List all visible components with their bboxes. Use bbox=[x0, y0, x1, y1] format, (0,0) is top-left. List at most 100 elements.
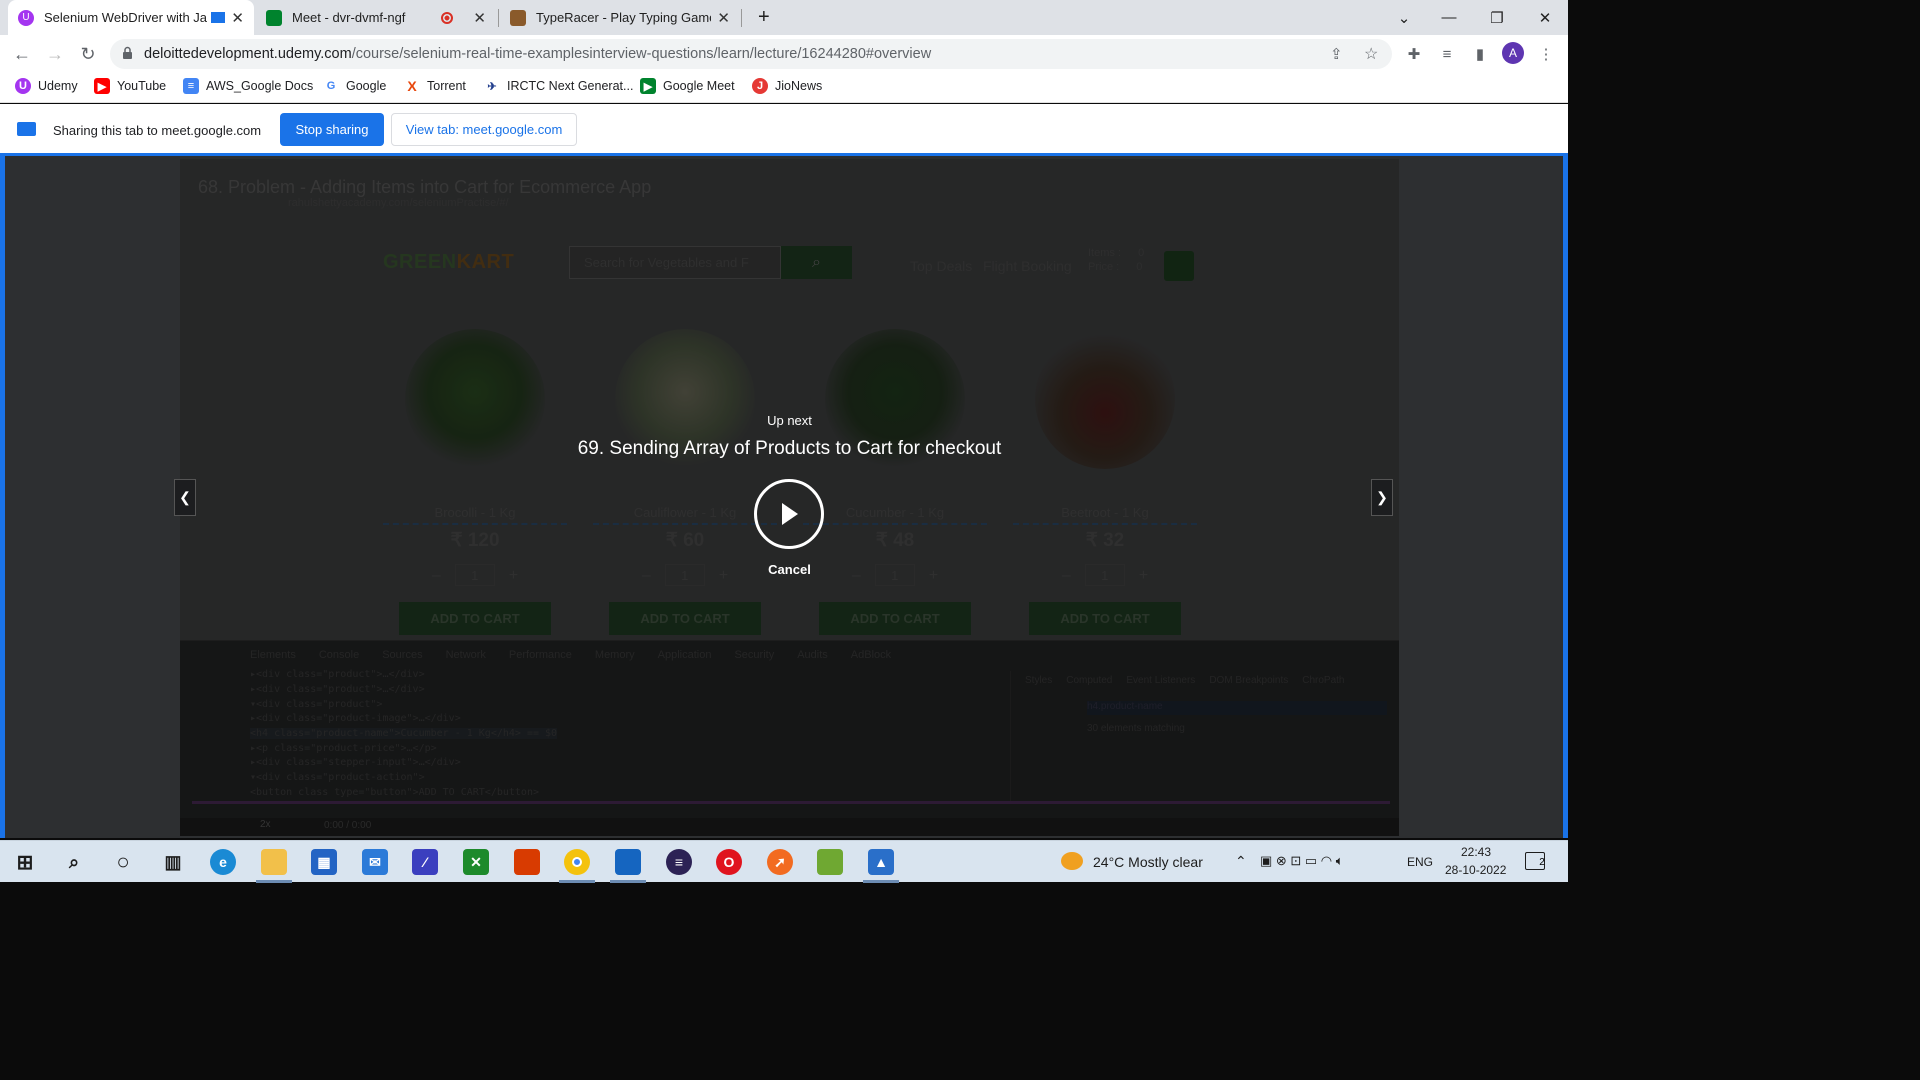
search-icon[interactable]: ⌕ bbox=[61, 849, 87, 875]
bookmark-jionews[interactable]: J JioNews bbox=[752, 78, 822, 94]
edge-icon[interactable]: e bbox=[210, 849, 236, 875]
tab-meet[interactable]: Meet - dvr-dvmf-ngf ✕ bbox=[256, 0, 496, 35]
next-lecture-button[interactable]: ❯ bbox=[1371, 479, 1393, 516]
windows-start-icon[interactable]: ⊞ bbox=[12, 849, 38, 875]
bookmark-aws-docs[interactable]: ≡ AWS_Google Docs bbox=[183, 78, 313, 94]
previous-lecture-button[interactable]: ❮ bbox=[174, 479, 196, 516]
close-tab-icon[interactable]: ✕ bbox=[473, 9, 486, 27]
forward-icon[interactable]: → bbox=[43, 42, 67, 66]
bookmark-youtube[interactable]: ▶ YouTube bbox=[94, 78, 166, 94]
running-indicator bbox=[863, 880, 899, 883]
bookmarks-bar: U Udemy ▶ YouTube ≡ AWS_Google Docs G Google… bbox=[0, 73, 1568, 103]
menu-icon[interactable]: ⋮ bbox=[1536, 44, 1556, 64]
notification-icon[interactable]: 2 bbox=[1525, 852, 1545, 870]
back-icon[interactable]: ← bbox=[10, 42, 34, 66]
side-panel-icon[interactable]: ▮ bbox=[1470, 44, 1490, 64]
meet-icon bbox=[266, 9, 282, 26]
clock-date[interactable]: 28-10-2022 bbox=[1445, 863, 1506, 877]
running-indicator bbox=[610, 880, 646, 883]
weather-text[interactable]: 24°C Mostly clear bbox=[1093, 854, 1203, 870]
docs-icon: ≡ bbox=[183, 78, 199, 94]
postman-icon[interactable]: ➚ bbox=[767, 849, 793, 875]
bookmark-google-meet[interactable]: ▶ Google Meet bbox=[640, 78, 735, 94]
bookmark-label: AWS_Google Docs bbox=[206, 79, 314, 93]
store-icon[interactable]: ▦ bbox=[311, 849, 337, 875]
windows-taskbar: ⊞ ⌕ ○ ▥ e ▦ ✉ ⁄ ✕ ≡ O ➚ ▲ 24°C Mostly cl… bbox=[0, 840, 1568, 883]
language-indicator[interactable]: ENG bbox=[1407, 855, 1433, 869]
bookmark-label: Google bbox=[346, 79, 387, 93]
tab-title: Meet - dvr-dvmf-ngf bbox=[292, 10, 406, 25]
irctc-icon: ✈ bbox=[484, 78, 500, 94]
bookmark-google[interactable]: G Google bbox=[323, 78, 386, 94]
youtube-icon: ▶ bbox=[94, 78, 110, 94]
tab-strip: U Selenium WebDriver with Ja ✕ Meet - dv… bbox=[0, 0, 1568, 35]
screen-share-icon bbox=[17, 122, 36, 136]
tab-typeracer[interactable]: TypeRacer - Play Typing Games a ✕ bbox=[500, 0, 740, 35]
browser-toolbar: ← → ↻ deloittedevelopment.udemy.com/cour… bbox=[0, 35, 1568, 73]
media-control-icon[interactable]: ≡ bbox=[1437, 44, 1457, 64]
tab-separator bbox=[741, 9, 742, 27]
meet-icon: ▶ bbox=[640, 78, 656, 94]
eclipse-icon[interactable]: ≡ bbox=[666, 849, 692, 875]
notepad-plus-icon[interactable] bbox=[817, 849, 843, 875]
task-view-icon[interactable]: ▥ bbox=[160, 849, 186, 875]
minimize-icon[interactable]: — bbox=[1426, 0, 1472, 35]
weather-icon bbox=[1061, 852, 1083, 870]
bookmark-label: Torrent bbox=[427, 79, 466, 93]
stop-sharing-button[interactable]: Stop sharing bbox=[280, 113, 384, 146]
bookmark-udemy[interactable]: U Udemy bbox=[15, 78, 78, 94]
recording-icon bbox=[441, 11, 454, 24]
power-automate-icon[interactable]: ⁄ bbox=[412, 849, 438, 875]
reload-icon[interactable]: ↻ bbox=[76, 42, 100, 66]
bookmark-label: YouTube bbox=[117, 79, 167, 93]
xbox-icon[interactable]: ✕ bbox=[463, 849, 489, 875]
play-next-button[interactable] bbox=[754, 479, 824, 549]
office-icon[interactable] bbox=[514, 849, 540, 875]
restore-icon[interactable]: ❐ bbox=[1474, 0, 1520, 35]
cancel-button[interactable]: Cancel bbox=[180, 562, 1399, 577]
video-player[interactable]: 68. Problem - Adding Items into Cart for… bbox=[180, 159, 1399, 836]
view-tab-button[interactable]: View tab: meet.google.com bbox=[391, 113, 577, 146]
profile-avatar[interactable]: A bbox=[1502, 42, 1524, 64]
next-lecture-title: 69. Sending Array of Products to Cart fo… bbox=[577, 438, 1002, 459]
bookmark-torrent[interactable]: X Torrent bbox=[404, 78, 466, 94]
file-explorer-icon[interactable] bbox=[261, 849, 287, 875]
url-host: deloittedevelopment.udemy.com bbox=[144, 46, 352, 62]
bookmark-label: JioNews bbox=[775, 79, 823, 93]
chrome-icon[interactable] bbox=[564, 849, 590, 875]
bookmark-label: IRCTC Next Generat... bbox=[507, 79, 634, 93]
up-next-label: Up next bbox=[767, 413, 812, 428]
share-icon[interactable]: ⇪ bbox=[1330, 45, 1343, 63]
chevron-up-icon[interactable]: ⌃ bbox=[1235, 853, 1247, 870]
udemy-icon: U bbox=[15, 78, 31, 94]
udemy-icon: U bbox=[18, 9, 34, 26]
tab-search-icon[interactable]: ⌄ bbox=[1381, 0, 1427, 35]
running-indicator bbox=[256, 880, 292, 883]
sharing-icon bbox=[211, 12, 226, 23]
close-window-icon[interactable]: ✕ bbox=[1522, 0, 1568, 35]
close-tab-icon[interactable]: ✕ bbox=[717, 9, 730, 27]
address-bar[interactable]: deloittedevelopment.udemy.com/course/sel… bbox=[110, 39, 1392, 69]
extensions-icon[interactable]: ✚ bbox=[1404, 44, 1424, 64]
new-tab-button[interactable]: + bbox=[748, 0, 782, 35]
photos-icon[interactable]: ▲ bbox=[868, 849, 894, 875]
plus-icon: + bbox=[758, 6, 770, 28]
url-path: /course/selenium-real-time-examplesinter… bbox=[351, 46, 932, 62]
tray-icons[interactable]: ▣ ⊗ ⊡ ▭ ◠ 🔈︎ bbox=[1260, 853, 1344, 869]
bookmark-star-icon[interactable]: ☆ bbox=[1364, 44, 1378, 64]
tab-udemy[interactable]: U Selenium WebDriver with Ja ✕ bbox=[8, 0, 254, 35]
close-tab-icon[interactable]: ✕ bbox=[231, 9, 244, 27]
bookmark-label: Google Meet bbox=[663, 79, 735, 93]
opera-icon[interactable]: O bbox=[716, 849, 742, 875]
remote-desktop-icon[interactable] bbox=[615, 849, 641, 875]
running-indicator bbox=[559, 880, 595, 883]
mail-icon[interactable]: ✉ bbox=[362, 849, 388, 875]
clock-time[interactable]: 22:43 bbox=[1461, 845, 1491, 859]
google-icon: G bbox=[323, 78, 339, 94]
bookmark-irctc[interactable]: ✈ IRCTC Next Generat... bbox=[484, 78, 633, 94]
cortana-icon[interactable]: ○ bbox=[110, 849, 136, 875]
tab-sharing-bar: Sharing this tab to meet.google.com Stop… bbox=[0, 104, 1568, 156]
chevron-left-icon: ❮ bbox=[179, 489, 191, 505]
play-icon bbox=[782, 503, 798, 525]
tab-separator bbox=[498, 9, 499, 27]
